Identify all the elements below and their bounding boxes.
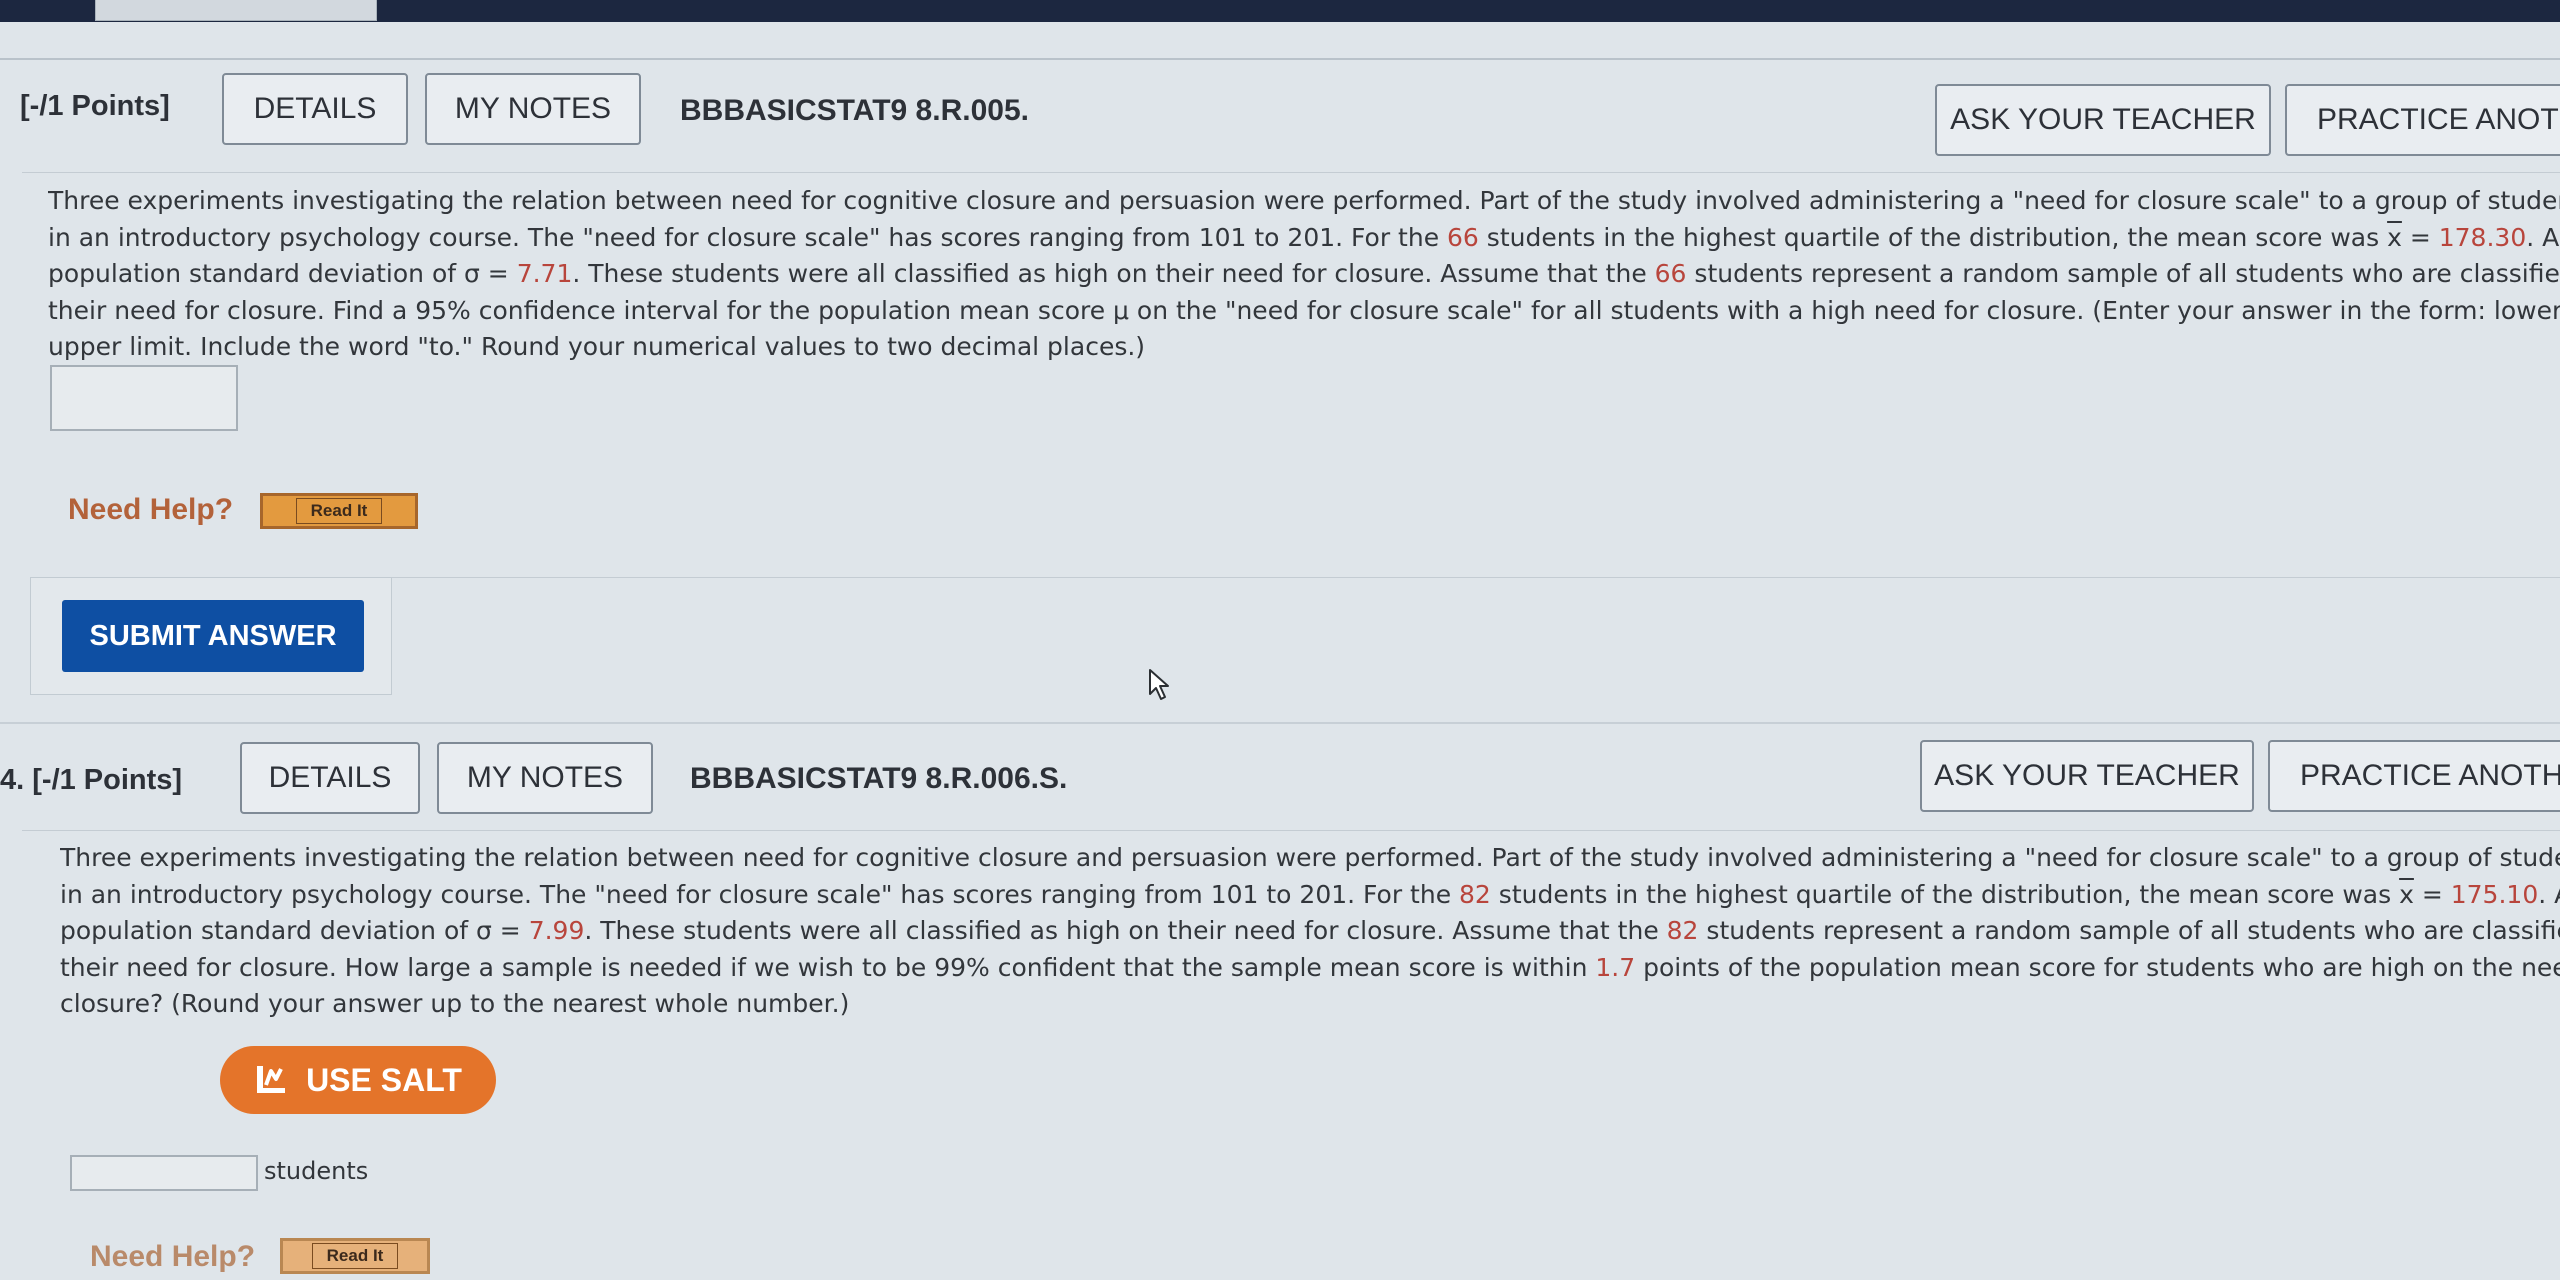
sigma-value: 7.99	[528, 916, 585, 945]
mouse-pointer-icon	[1149, 669, 1169, 700]
question-text-line: population standard deviation of σ = 7.7…	[48, 259, 2560, 288]
read-it-label: Read It	[311, 1243, 399, 1269]
question-separator	[0, 722, 2560, 724]
use-salt-button[interactable]: USE SALT	[220, 1046, 496, 1114]
use-salt-label: USE SALT	[306, 1061, 462, 1098]
question-points: [-/1 Points]	[20, 90, 170, 122]
question-code: BBBASICSTAT9 8.R.006.S.	[690, 762, 1068, 795]
sample-size-value: 66	[1654, 259, 1687, 288]
read-it-button[interactable]: Read It	[260, 493, 418, 529]
read-it-label: Read It	[295, 498, 383, 524]
question-text-line: population standard deviation of σ = 7.9…	[60, 916, 2560, 945]
question-text: Three experiments investigating the rela…	[60, 840, 2560, 1023]
question-separator	[0, 58, 2560, 60]
sample-size-value: 82	[1666, 916, 1699, 945]
practice-another-button[interactable]: PRACTICE ANOTHE	[2268, 740, 2560, 812]
question-text-line: their need for closure. Find a 95% confi…	[48, 295, 2560, 325]
question-text-line: closure? (Round your answer up to the ne…	[60, 989, 850, 1018]
sample-size-input[interactable]	[70, 1155, 258, 1191]
answer-unit-label: students	[264, 1157, 369, 1185]
my-notes-button[interactable]: MY NOTES	[437, 742, 653, 814]
salt-calculator-icon	[257, 1066, 286, 1093]
mean-value: 178.30	[2438, 222, 2527, 252]
question-text-line: Three experiments investigating the rela…	[60, 843, 2560, 872]
need-help-label: Need Help?	[68, 493, 234, 526]
header-divider	[22, 830, 2560, 831]
question-text-line: their need for closure. How large a samp…	[60, 952, 2560, 982]
question-text: Three experiments investigating the rela…	[48, 183, 2560, 366]
question-text-line: in an introductory psychology course. Th…	[60, 879, 2560, 909]
ask-your-teacher-button[interactable]: ASK YOUR TEACHER	[1935, 84, 2271, 156]
ask-your-teacher-button[interactable]: ASK YOUR TEACHER	[1920, 740, 2254, 812]
read-it-button[interactable]: Read It	[280, 1238, 430, 1274]
mean-value: 175.10	[2450, 879, 2539, 909]
details-button[interactable]: DETAILS	[240, 742, 420, 814]
need-help-label: Need Help?	[90, 1240, 256, 1273]
sigma-value: 7.71	[516, 259, 573, 288]
question-text-line: upper limit. Include the word "to." Roun…	[48, 332, 1146, 361]
practice-another-button[interactable]: PRACTICE ANOTH	[2285, 84, 2560, 156]
question-text-line: in an introductory psychology course. Th…	[48, 222, 2560, 252]
question-number-points: 4. [-/1 Points]	[0, 764, 183, 796]
submit-divider	[388, 577, 2560, 578]
sample-size-value: 82	[1459, 879, 1491, 909]
sample-size-value: 66	[1447, 222, 1479, 252]
previous-section-tab	[95, 0, 377, 21]
details-button[interactable]: DETAILS	[222, 73, 408, 145]
browser-top-strip	[0, 0, 2560, 22]
header-divider	[22, 172, 2560, 173]
question-code: BBBASICSTAT9 8.R.005.	[680, 94, 1029, 127]
question-text-line: Three experiments investigating the rela…	[48, 186, 2560, 215]
my-notes-button[interactable]: MY NOTES	[425, 73, 641, 145]
confidence-interval-input[interactable]	[50, 365, 238, 431]
margin-value: 1.7	[1595, 952, 1636, 982]
submit-answer-button[interactable]: SUBMIT ANSWER	[62, 600, 364, 672]
